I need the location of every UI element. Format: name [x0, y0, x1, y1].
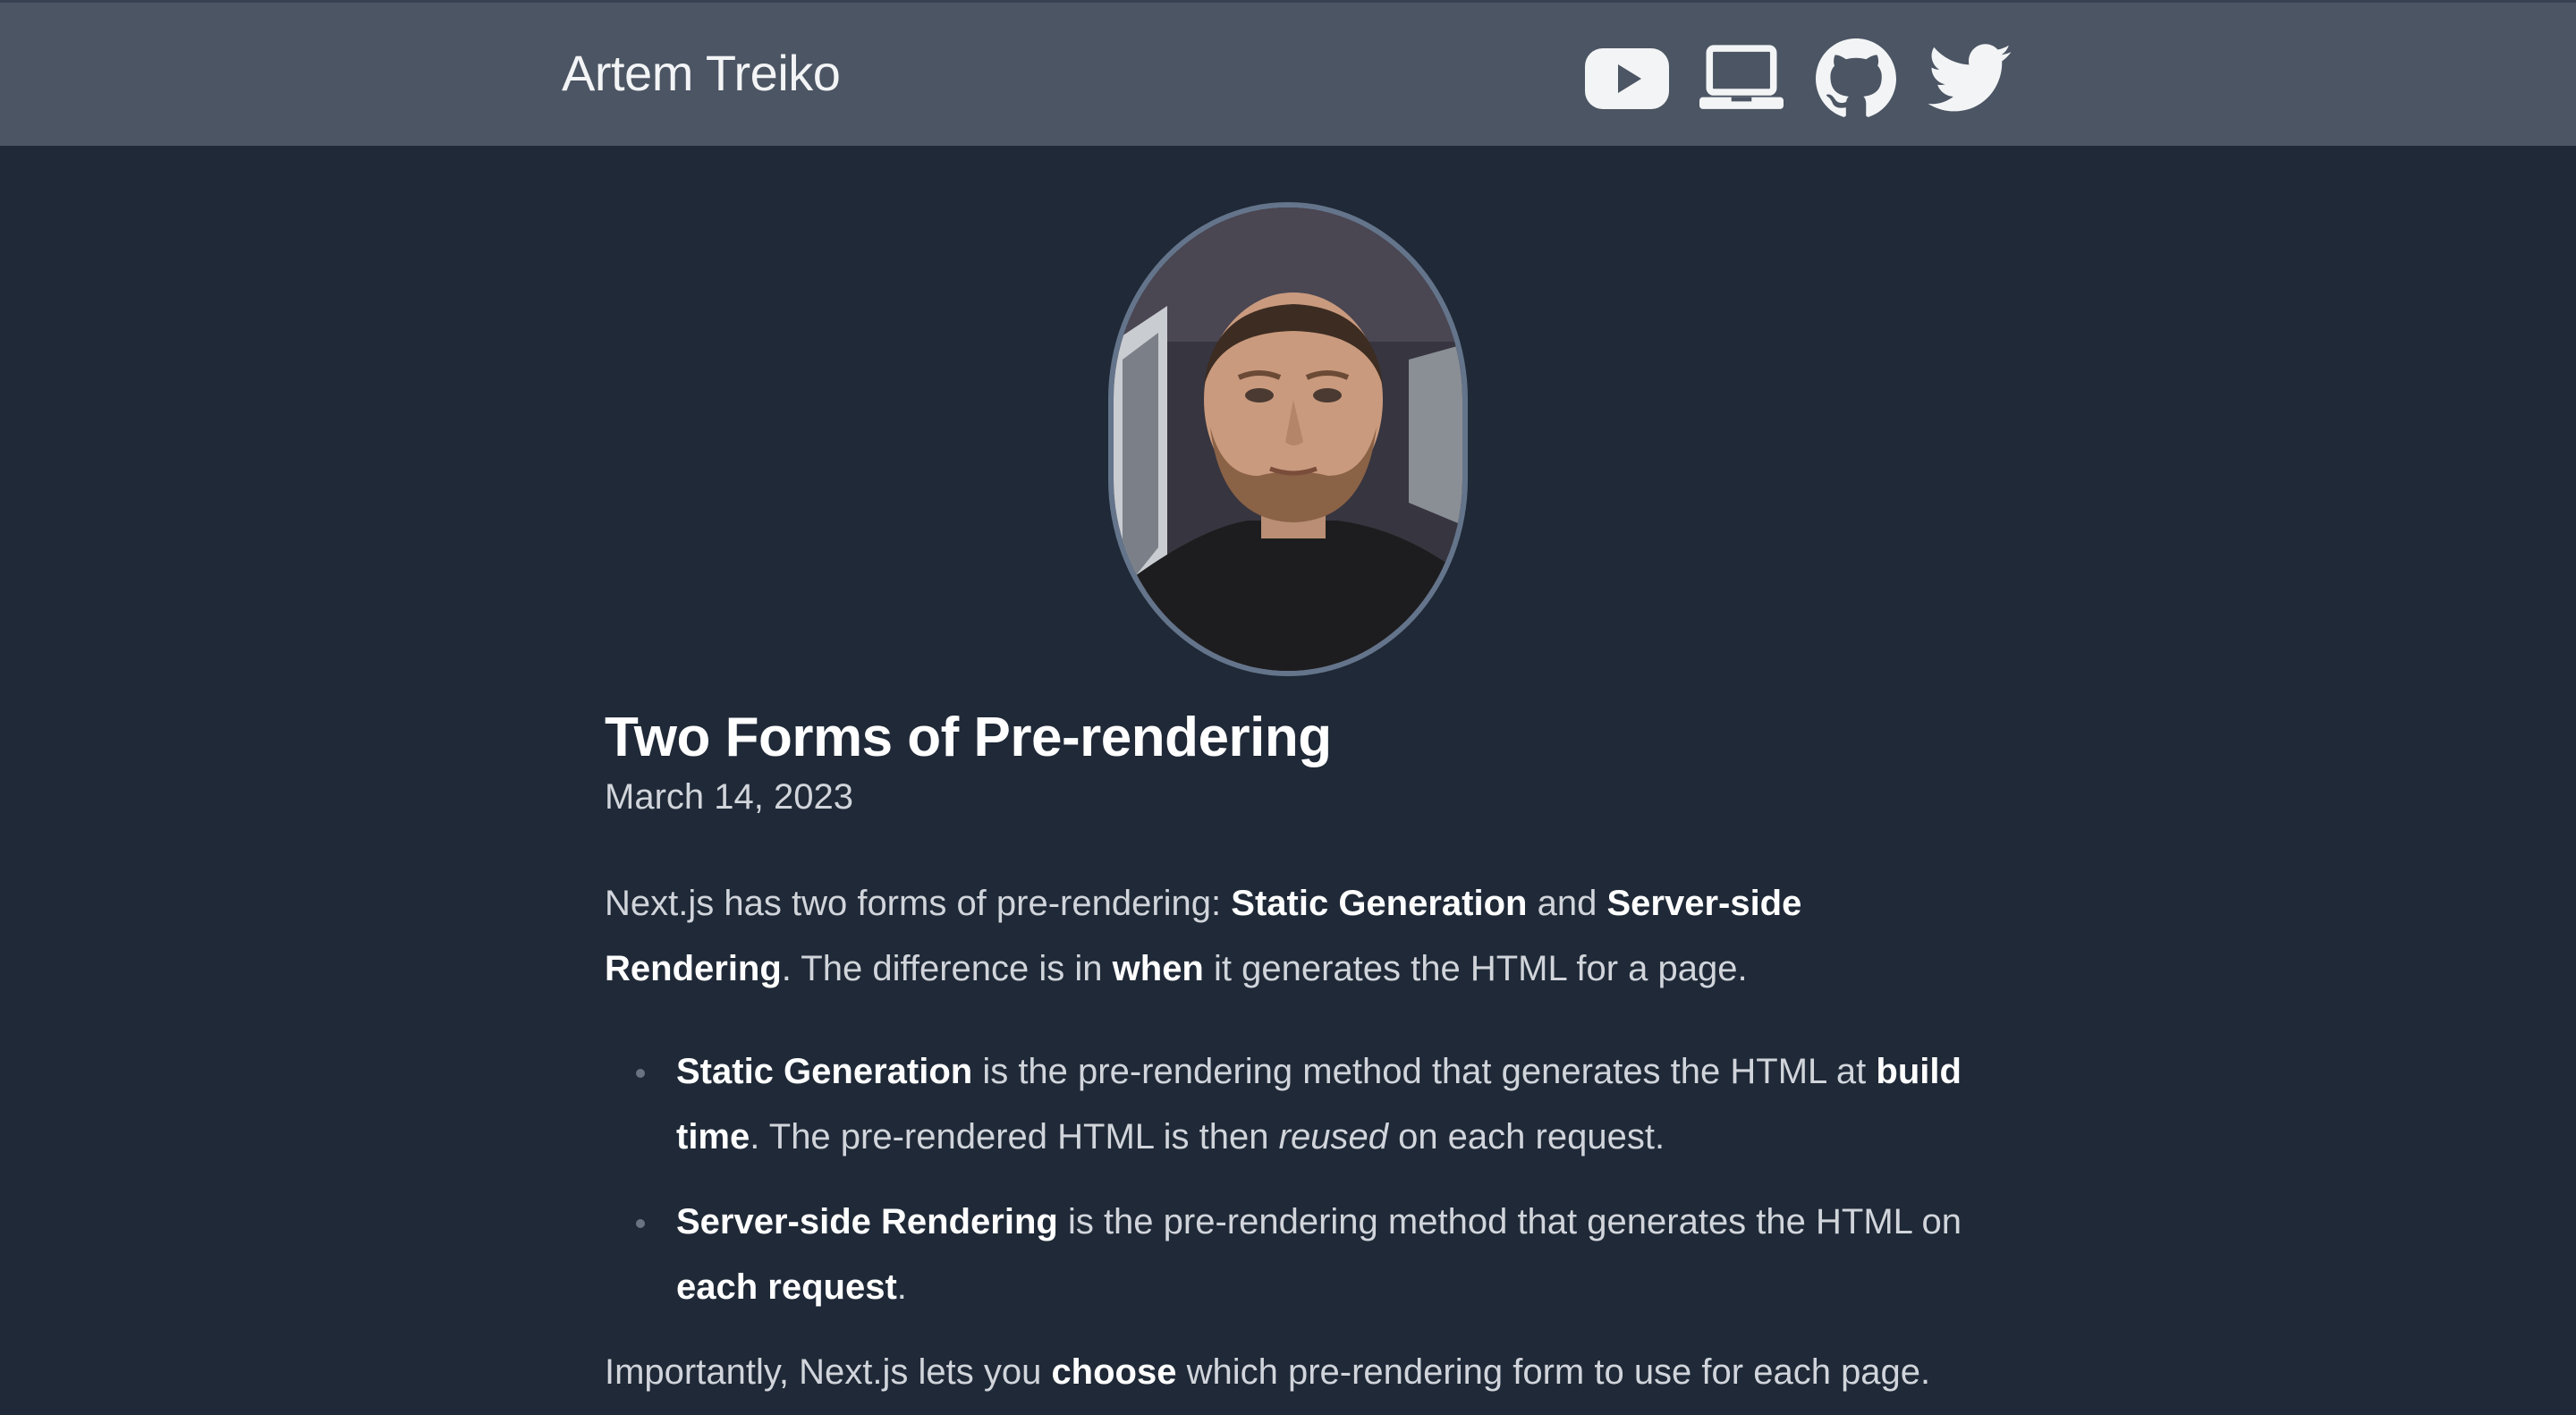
- text: Importantly, Next.js lets you: [605, 1352, 1052, 1392]
- site-title-link[interactable]: Artem Treiko: [562, 44, 841, 102]
- bold-text: Static Generation: [676, 1052, 973, 1091]
- twitter-link[interactable]: [1928, 38, 2012, 119]
- twitter-icon: [1928, 44, 2012, 112]
- bold-text: each request: [676, 1267, 897, 1307]
- top-navigation-bar: Artem Treiko: [0, 0, 2576, 146]
- italic-text: reused: [1278, 1117, 1388, 1157]
- social-links: [1585, 38, 2012, 119]
- intro-paragraph: Next.js has two forms of pre-rendering: …: [605, 871, 1973, 1002]
- text: . The pre-rendered HTML is then: [750, 1117, 1279, 1157]
- text: is the pre-rendering method that generat…: [1057, 1202, 1962, 1241]
- text: it generates the HTML for a page.: [1203, 949, 1748, 988]
- closing-paragraph: Importantly, Next.js lets you choose whi…: [605, 1340, 1973, 1405]
- bold-text: Server-side Rendering: [676, 1202, 1058, 1241]
- bold-text: when: [1112, 949, 1204, 988]
- text: on each request.: [1387, 1117, 1665, 1157]
- text: which pre-rendering form to use for each…: [1176, 1352, 1931, 1392]
- avatar: [1108, 202, 1468, 676]
- text: is the pre-rendering method that generat…: [972, 1052, 1877, 1091]
- youtube-icon: [1585, 48, 1669, 109]
- pre-rendering-list: Static Generation is the pre-rendering m…: [605, 1039, 1973, 1320]
- text: . The difference is in: [781, 949, 1113, 988]
- post-title: Two Forms of Pre-rendering: [605, 707, 1332, 768]
- github-link[interactable]: [1814, 38, 1898, 119]
- laptop-link[interactable]: [1699, 38, 1784, 119]
- text: Next.js has two forms of pre-rendering:: [605, 884, 1232, 923]
- profile-photo: [1114, 208, 1462, 671]
- text: and: [1527, 884, 1607, 923]
- text: .: [896, 1267, 907, 1307]
- post-content: Two Forms of Pre-rendering March 14, 202…: [605, 698, 1973, 1405]
- list-item: Server-side Rendering is the pre-renderi…: [636, 1190, 1973, 1320]
- bold-text: Static Generation: [1231, 884, 1528, 923]
- youtube-link[interactable]: [1585, 38, 1669, 119]
- github-icon: [1816, 38, 1896, 117]
- laptop-icon: [1699, 45, 1784, 109]
- post-date: March 14, 2023: [605, 777, 853, 817]
- list-item: Static Generation is the pre-rendering m…: [636, 1039, 1973, 1170]
- bold-text: choose: [1051, 1352, 1177, 1392]
